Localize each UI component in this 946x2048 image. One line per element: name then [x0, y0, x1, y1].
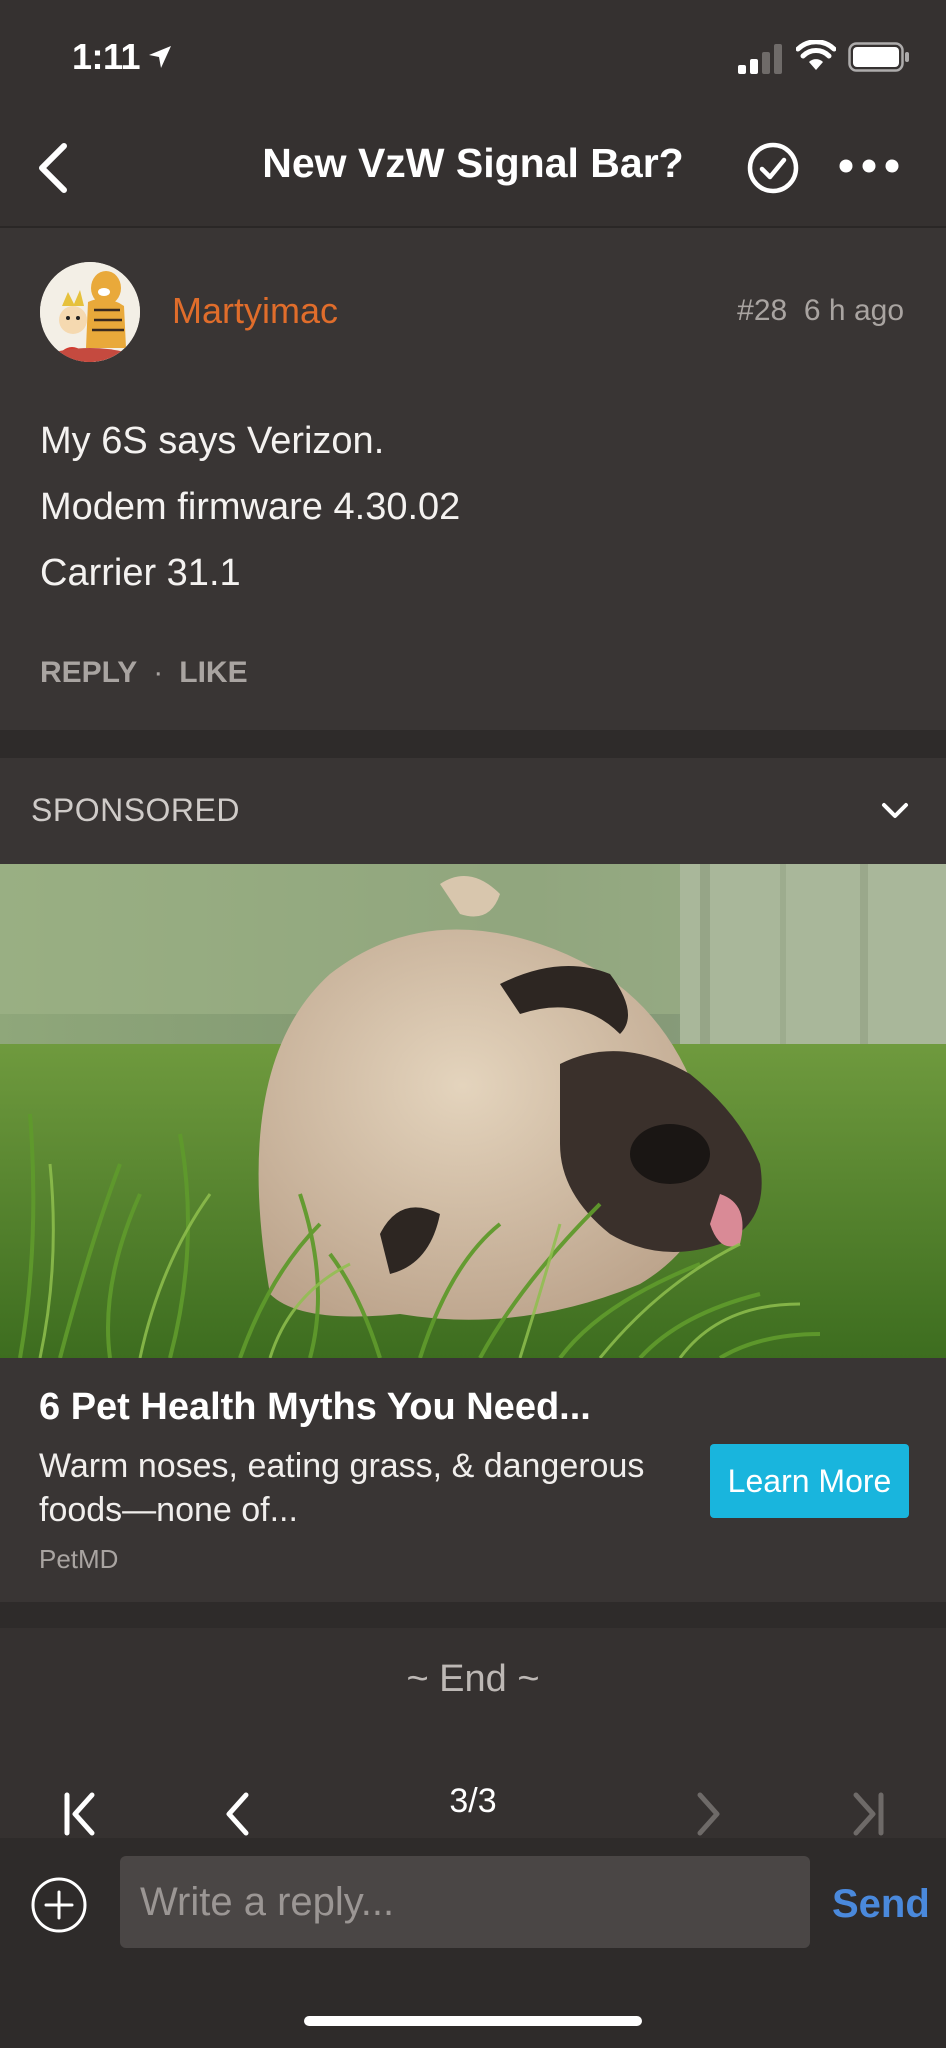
- post-line: My 6S says Verizon.: [40, 420, 385, 462]
- status-bar: 1:11: [0, 0, 946, 110]
- battery-icon: [848, 42, 909, 72]
- post-line: Modem firmware 4.30.02: [40, 486, 461, 528]
- home-indicator[interactable]: [304, 2016, 642, 2026]
- ad-description: Warm noses, eating grass, & dangerous fo…: [39, 1447, 645, 1529]
- chevron-down-icon[interactable]: [880, 800, 910, 822]
- post-number: #28: [737, 294, 788, 327]
- ad-source: PetMD: [39, 1544, 119, 1574]
- action-separator: ·: [153, 656, 164, 689]
- location-arrow-icon: [149, 46, 171, 68]
- divider: [0, 730, 946, 758]
- post-time: 6 h ago: [803, 294, 904, 327]
- ad-title[interactable]: 6 Pet Health Myths You Need...: [39, 1386, 591, 1429]
- ad-image[interactable]: [0, 864, 946, 1358]
- last-page-icon[interactable]: [850, 1792, 886, 1836]
- send-button[interactable]: Send: [832, 1882, 930, 1927]
- post-author[interactable]: Martyimac: [172, 290, 338, 332]
- avatar[interactable]: [40, 262, 140, 362]
- post-actions: REPLY · LIKE: [40, 656, 248, 690]
- more-options-icon[interactable]: [836, 154, 902, 178]
- cellular-signal-icon: [738, 44, 782, 74]
- page-title: New VzW Signal Bar?: [262, 140, 684, 186]
- next-page-icon[interactable]: [694, 1792, 724, 1836]
- learn-more-button[interactable]: Learn More: [710, 1444, 909, 1518]
- reply-input[interactable]: [120, 1856, 810, 1948]
- add-attachment-icon[interactable]: [30, 1876, 88, 1934]
- page-indicator: 3/3: [449, 1782, 497, 1820]
- divider: [0, 1602, 946, 1628]
- status-time: 1:11: [72, 36, 141, 77]
- post-body: My 6S says Verizon. Modem firmware 4.30.…: [40, 408, 460, 606]
- thread-end-label: ~ End ~: [406, 1658, 540, 1700]
- post-meta: #28 6 h ago: [737, 294, 904, 328]
- wifi-icon: [796, 40, 836, 70]
- checkmark-circle-icon[interactable]: [746, 141, 800, 195]
- like-button[interactable]: LIKE: [179, 656, 247, 689]
- reply-button[interactable]: REPLY: [40, 656, 137, 689]
- sponsored-label: SPONSORED: [31, 792, 240, 828]
- post-line: Carrier 31.1: [40, 552, 241, 594]
